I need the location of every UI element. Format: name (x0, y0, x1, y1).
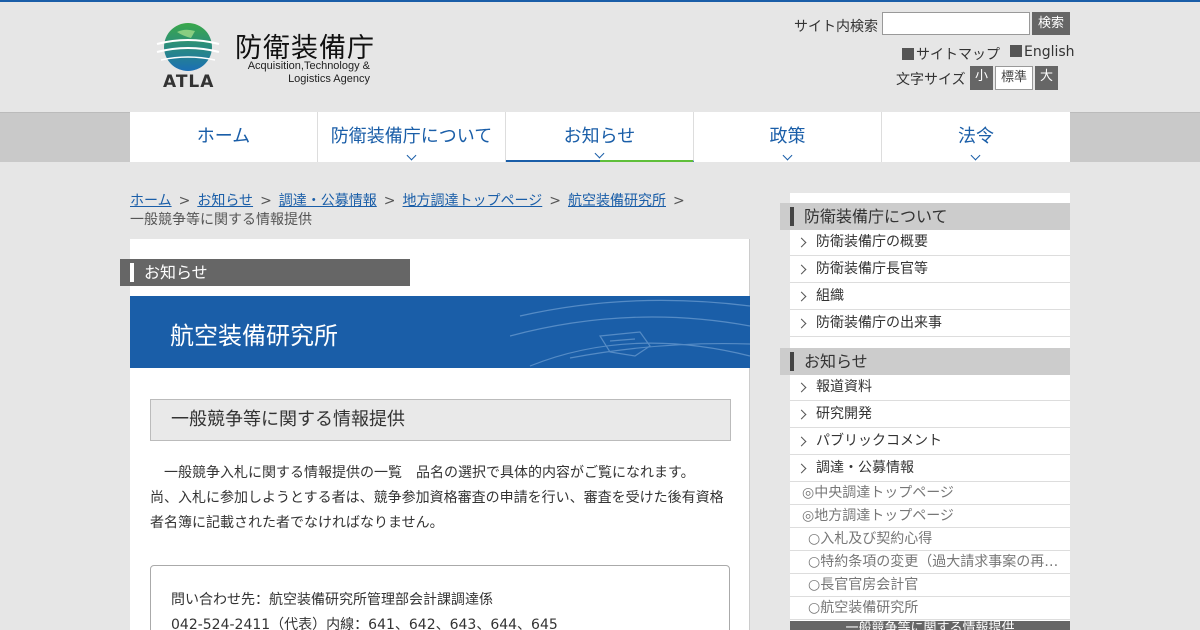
sidebar-subitem[interactable]: ◎中央調達トップページ (790, 482, 1070, 505)
sidebar-item[interactable]: 防衛装備庁長官等 (790, 256, 1070, 283)
breadcrumb-link[interactable]: 調達・公募情報 (279, 193, 377, 209)
sidebar-item-label: 研究開発 (816, 406, 872, 422)
sitemap-link[interactable]: サイトマップ (902, 44, 1000, 64)
contact-phone: 042-524-2411（代表）内線：641、642、643、644、645 (171, 617, 558, 630)
nav-item-law[interactable]: 法令 (882, 112, 1070, 162)
search-button[interactable]: 検索 (1032, 12, 1070, 35)
sidebar-heading[interactable]: 防衛装備庁について (780, 203, 1070, 230)
nav-item-policy[interactable]: 政策 (694, 112, 882, 162)
logo-abbreviation: ATLA (163, 72, 215, 92)
page-title: 航空装備研究所 (170, 322, 338, 350)
font-size-large-button[interactable]: 大 (1035, 66, 1058, 90)
sidebar-item-label: 組織 (816, 288, 844, 304)
intro-line: 尚、入札に参加しようとする者は、競争参加資格審査の申請を行い、審査を受けた後有資… (150, 490, 724, 506)
nav-item-news[interactable]: お知らせ (506, 112, 694, 162)
font-size-label: 文字サイズ (896, 72, 966, 88)
category-label: お知らせ (120, 259, 410, 286)
nav-label: ホーム (196, 126, 251, 147)
sidebar-current-item[interactable]: 一般競争等に関する情報提供 (790, 621, 1070, 630)
top-accent-bar (0, 0, 1200, 2)
intro-text: 一般競争入札に関する情報提供の一覧 品名の選択で具体的内容がご覧になれます。 尚… (150, 461, 735, 536)
breadcrumb-link[interactable]: 航空装備研究所 (568, 193, 666, 209)
search-label: サイト内検索 (794, 19, 878, 35)
chevron-right-icon (796, 409, 807, 420)
chevron-right-icon (796, 382, 807, 393)
breadcrumb-separator: > (178, 193, 191, 209)
breadcrumb-link[interactable]: お知らせ (197, 193, 253, 209)
sidebar-subitem[interactable]: ◎地方調達トップページ (790, 505, 1070, 528)
chevron-right-icon (796, 436, 807, 447)
chevron-down-icon (782, 150, 792, 161)
nav-item-about[interactable]: 防衛装備庁について (318, 112, 506, 162)
square-bullet-icon (902, 48, 914, 60)
chevron-down-icon (406, 150, 416, 161)
sidebar-item-label: 防衛装備庁の出来事 (816, 315, 942, 331)
sidebar-item-label: 調達・公募情報 (816, 460, 914, 476)
contact-line: 問い合わせ先：航空装備研究所管理部会計課調達係 (171, 592, 493, 608)
chevron-right-icon (796, 291, 807, 302)
nav-item-home[interactable]: ホーム (130, 112, 318, 162)
chevron-right-icon (796, 264, 807, 275)
breadcrumb: ホーム > お知らせ > 調達・公募情報 > 地方調達トップページ > 航空装備研究所 > 一般競… (130, 192, 730, 230)
chevron-down-icon (970, 150, 981, 161)
breadcrumb-link[interactable]: ホーム (130, 193, 172, 209)
font-size-standard-button[interactable]: 標準 (995, 66, 1033, 90)
sidebar-item[interactable]: 防衛装備庁の出来事 (790, 310, 1070, 337)
sidebar-heading[interactable]: お知らせ (780, 348, 1070, 375)
agency-logo[interactable]: ATLA 防衛装備庁 Acquisition,Technology & Logi… (155, 22, 375, 92)
breadcrumb-separator: > (383, 193, 396, 209)
sidebar-item[interactable]: 報道資料 (790, 374, 1070, 401)
square-bullet-icon (1010, 45, 1022, 57)
sidebar-item[interactable]: 調達・公募情報 (790, 455, 1070, 482)
sidebar-subitem[interactable]: ○航空装備研究所 (790, 597, 1070, 620)
sidebar-item-label: パブリックコメント (816, 433, 942, 449)
chevron-down-icon (594, 148, 604, 159)
intro-line: 者名簿に記載された者でなければなりません。 (150, 515, 444, 531)
org-name-english: Acquisition,Technology & Logistics Agenc… (247, 60, 370, 85)
global-nav: ホーム 防衛装備庁について お知らせ 政策 法令 (130, 112, 1070, 162)
nav-label: 防衛装備庁について (330, 126, 493, 147)
sitemap-label: サイトマップ (916, 47, 1000, 63)
breadcrumb-separator: > (549, 193, 561, 209)
globe-logo-icon (156, 23, 220, 71)
section-title: 一般競争等に関する情報提供 (150, 399, 731, 441)
chevron-right-icon (796, 463, 807, 474)
chevron-right-icon (796, 318, 807, 329)
chevron-right-icon (796, 237, 807, 248)
sidebar-item-label: 防衛装備庁長官等 (816, 261, 928, 277)
english-link[interactable]: English (1010, 44, 1075, 64)
breadcrumb-separator: > (260, 193, 272, 209)
breadcrumb-separator: > (673, 193, 685, 209)
english-label: English (1024, 44, 1075, 60)
breadcrumb-link[interactable]: 地方調達トップページ (403, 193, 543, 209)
nav-label: 法令 (958, 126, 994, 147)
contact-box: 問い合わせ先：航空装備研究所管理部会計課調達係 042-524-2411（代表）… (150, 565, 730, 630)
nav-label: 政策 (769, 126, 806, 147)
sidebar-item-label: 報道資料 (816, 379, 872, 395)
sidebar-item[interactable]: 研究開発 (790, 401, 1070, 428)
sidebar-item[interactable]: 防衛装備庁の概要 (790, 229, 1070, 256)
font-size-small-button[interactable]: 小 (970, 66, 993, 90)
sidebar-subitem[interactable]: ○入札及び契約心得 (790, 528, 1070, 551)
sidebar-subitem[interactable]: ○長官官房会計官 (790, 574, 1070, 597)
sidebar-item-label: 防衛装備庁の概要 (816, 234, 928, 250)
utility-links: サイトマップ English (902, 44, 1075, 64)
breadcrumb-current: 一般競争等に関する情報提供 (130, 212, 312, 228)
sidebar-item[interactable]: パブリックコメント (790, 428, 1070, 455)
intro-line: 一般競争入札に関する情報提供の一覧 品名の選択で具体的内容がご覧になれます。 (164, 465, 695, 481)
page-banner: 航空装備研究所 (130, 296, 750, 368)
aircraft-outline-decoration (510, 299, 750, 367)
sidebar-subitem[interactable]: ○特約条項の変更（過大請求事案の再… (790, 551, 1070, 574)
nav-label: お知らせ (563, 126, 636, 147)
sidebar-item[interactable]: 組織 (790, 283, 1070, 310)
search-input[interactable] (882, 12, 1030, 35)
